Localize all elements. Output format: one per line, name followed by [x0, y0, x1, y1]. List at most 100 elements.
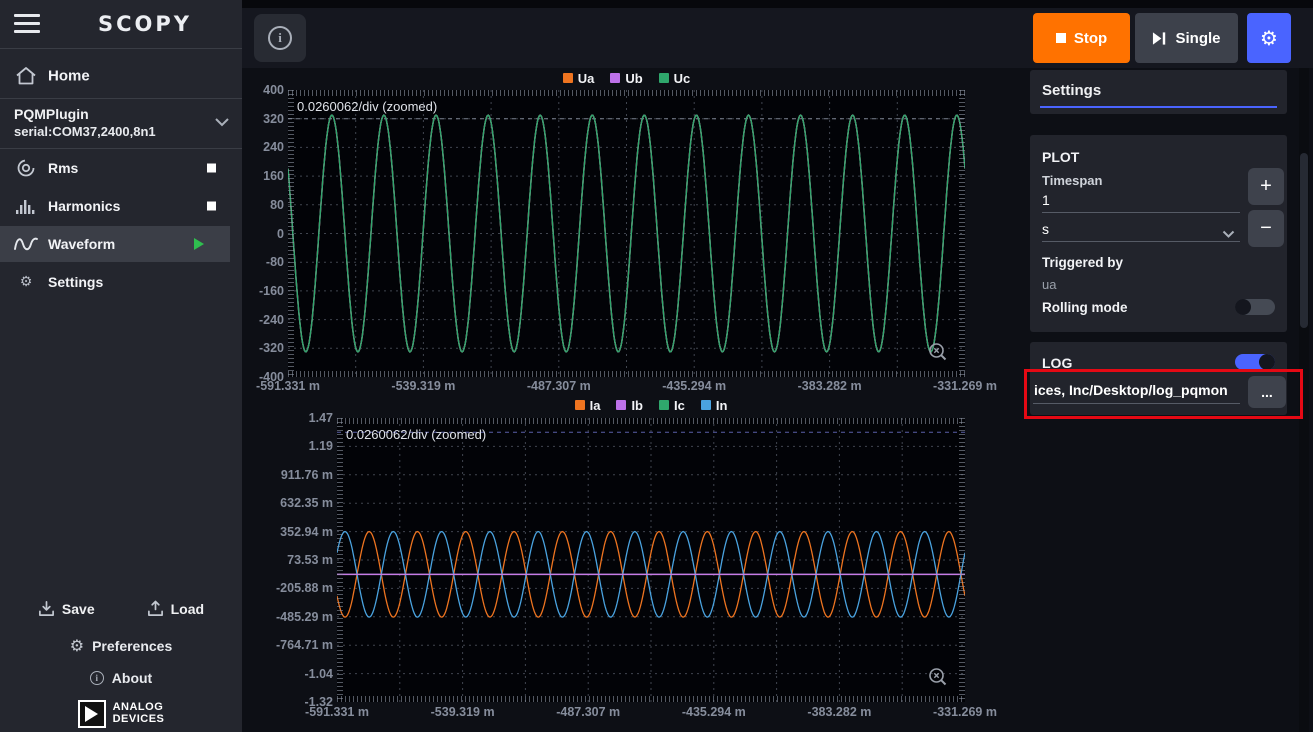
- scopy-logo: SCOPY: [48, 12, 242, 36]
- y-tick-label: 911.76 m: [281, 468, 333, 482]
- load-label: Load: [171, 601, 204, 617]
- legend-item-Ua: Ua: [563, 71, 595, 86]
- sidebar-item-harmonics[interactable]: Harmonics: [0, 188, 242, 224]
- timespan-decrement-button[interactable]: −: [1248, 210, 1284, 247]
- x-tick-label: -539.319 m: [431, 705, 495, 719]
- running-indicator: [194, 238, 204, 250]
- legend-item-Ic: Ic: [659, 398, 685, 413]
- settings-header-card: Settings: [1030, 70, 1287, 114]
- legend-swatch-icon: [659, 400, 669, 410]
- y-tick-label: -205.88 m: [276, 581, 333, 595]
- y-tick-label: 1.19: [309, 439, 333, 453]
- sidebar-item-waveform[interactable]: Waveform: [0, 226, 230, 262]
- voltage-legend: Ua Ub Uc: [288, 71, 965, 85]
- accent-underline: [1040, 106, 1277, 108]
- sidebar-item-label: Waveform: [48, 236, 115, 252]
- sidebar-item-rms[interactable]: Rms: [0, 150, 242, 186]
- zoom-reset-icon[interactable]: [927, 341, 949, 368]
- single-button[interactable]: Single: [1135, 13, 1238, 63]
- toolbar: i Stop Single ⚙: [242, 8, 1313, 68]
- x-tick-label: -383.282 m: [798, 379, 862, 393]
- stop-button[interactable]: Stop: [1033, 13, 1130, 63]
- stop-icon: [1056, 33, 1066, 43]
- sidebar-item-settings[interactable]: ⚙ Settings: [0, 264, 242, 300]
- y-tick-label: 1.47: [309, 411, 333, 425]
- annotation-log-path-highlight: [1024, 369, 1303, 419]
- div-scale-label: 0.0260062/div (zoomed): [297, 99, 437, 114]
- y-tick-label: -160: [259, 284, 284, 298]
- load-button[interactable]: Load: [147, 600, 204, 617]
- toggle-knob: [1235, 299, 1251, 315]
- x-tick-label: -331.269 m: [933, 705, 997, 719]
- plugin-name: PQMPlugin: [14, 106, 89, 122]
- y-tick-label: -1.04: [305, 667, 334, 681]
- plot-settings-card: PLOT Timespan 1 s + − Triggered by ua Ro…: [1030, 135, 1287, 332]
- current-x-axis: -591.331 m-539.319 m-487.307 m-435.294 m…: [337, 705, 965, 721]
- sidebar-item-label: Settings: [48, 274, 103, 290]
- legend-item-Ub: Ub: [610, 71, 642, 86]
- x-tick-label: -383.282 m: [807, 705, 871, 719]
- legend-swatch-icon: [701, 400, 711, 410]
- legend-label: Ic: [674, 398, 685, 413]
- sidebar-item-home[interactable]: Home: [0, 58, 242, 94]
- log-toggle[interactable]: [1235, 354, 1275, 370]
- scrollbar-thumb[interactable]: [1300, 153, 1308, 328]
- chevron-down-icon[interactable]: [214, 114, 230, 132]
- y-minor-ticks: [959, 90, 965, 377]
- preferences-button[interactable]: ⚙ Preferences: [0, 636, 242, 655]
- y-tick-label: 240: [263, 140, 284, 154]
- waveform-icon: [14, 232, 38, 256]
- about-button[interactable]: i About: [0, 670, 242, 686]
- y-tick-label: 80: [270, 198, 284, 212]
- input-underline: [1042, 212, 1240, 213]
- current-y-axis: 1.471.19911.76 m632.35 m352.94 m73.53 m-…: [242, 418, 333, 702]
- current-plot[interactable]: 0.0260062/div (zoomed): [337, 418, 965, 702]
- x-minor-ticks: [337, 696, 965, 702]
- legend-item-Ia: Ia: [575, 398, 601, 413]
- timespan-increment-button[interactable]: +: [1248, 168, 1284, 205]
- save-button[interactable]: Save: [38, 600, 95, 617]
- legend-label: Ia: [590, 398, 601, 413]
- timespan-input[interactable]: 1: [1042, 192, 1050, 208]
- divider: [0, 48, 242, 49]
- y-tick-label: 320: [263, 112, 284, 126]
- plot-info-button[interactable]: i: [254, 14, 306, 62]
- legend-label: In: [716, 398, 728, 413]
- sidebar-item-label: Home: [48, 68, 90, 85]
- y-tick-label: 73.53 m: [287, 553, 333, 567]
- hamburger-menu-icon[interactable]: [14, 14, 40, 33]
- y-tick-label: 632.35 m: [280, 496, 333, 510]
- legend-label: Uc: [674, 71, 691, 86]
- legend-item-In: In: [701, 398, 728, 413]
- legend-swatch-icon: [563, 73, 573, 83]
- sidebar-item-label: Harmonics: [48, 198, 120, 214]
- x-minor-ticks: [288, 371, 965, 377]
- scopy-window: SCOPY Home PQMPlugin serial:COM37,2400,8…: [0, 0, 1313, 732]
- timespan-unit-select[interactable]: s: [1042, 221, 1049, 237]
- settings-panel-title: Settings: [1042, 82, 1101, 99]
- stopped-indicator: [207, 202, 216, 211]
- about-label: About: [112, 670, 152, 686]
- y-tick-label: -240: [259, 313, 284, 327]
- triggered-by-value: ua: [1042, 277, 1056, 292]
- y-tick-label: -320: [259, 341, 284, 355]
- legend-swatch-icon: [575, 400, 585, 410]
- rolling-mode-toggle[interactable]: [1235, 299, 1275, 315]
- voltage-plot[interactable]: 0.0260062/div (zoomed): [288, 90, 965, 377]
- divider: [0, 148, 242, 149]
- preferences-label: Preferences: [92, 638, 172, 654]
- legend-swatch-icon: [610, 73, 620, 83]
- main-area: i Stop Single ⚙ UaUbUc 400320240160800-8…: [242, 0, 1313, 732]
- y-tick-label: -485.29 m: [276, 610, 333, 624]
- zoom-reset-icon[interactable]: [927, 666, 949, 693]
- top-strip: [242, 0, 1313, 8]
- upload-icon: [149, 601, 162, 615]
- stop-label: Stop: [1074, 30, 1107, 47]
- settings-panel-button[interactable]: ⚙: [1247, 13, 1291, 63]
- plot-section-heading: PLOT: [1042, 149, 1079, 165]
- legend-swatch-icon: [616, 400, 626, 410]
- save-label: Save: [62, 601, 95, 617]
- x-minor-ticks: [288, 90, 965, 96]
- download-icon: [40, 602, 53, 615]
- y-tick-label: -80: [266, 255, 284, 269]
